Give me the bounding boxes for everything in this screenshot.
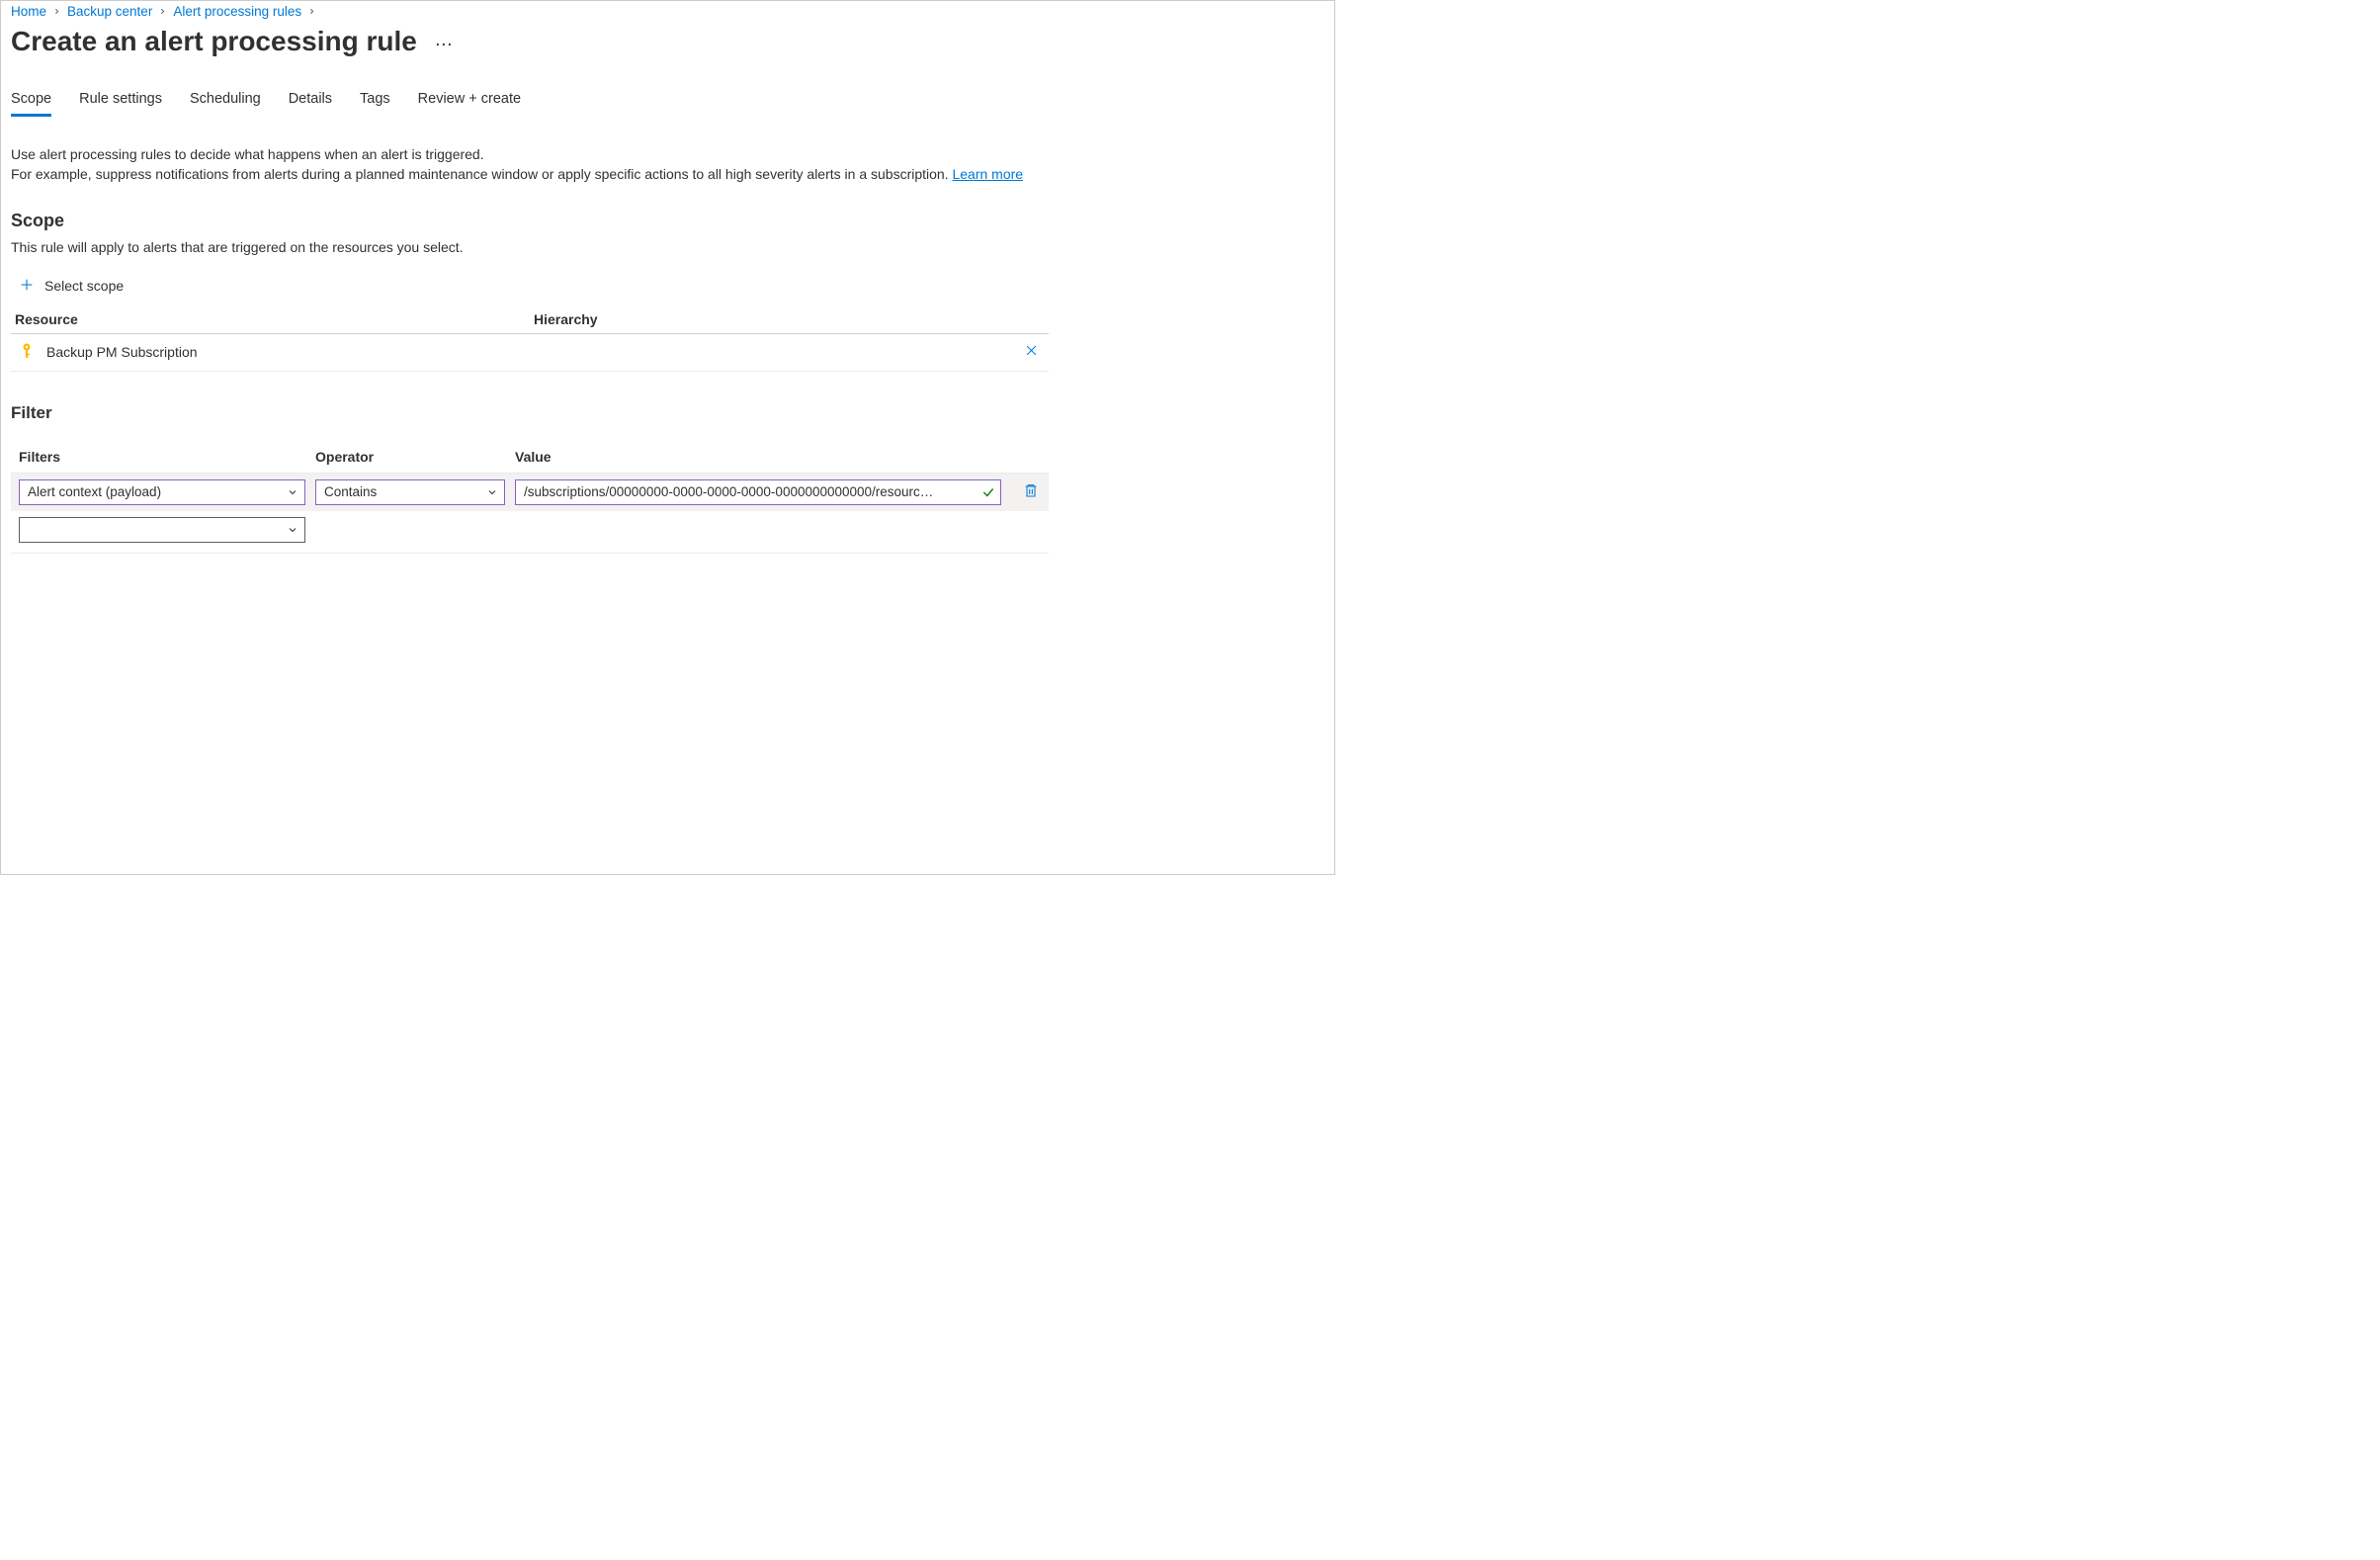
chevron-down-icon (486, 486, 498, 498)
scope-col-hierarchy: Hierarchy (530, 305, 1007, 334)
scope-description: This rule will apply to alerts that are … (11, 239, 1049, 255)
filter-heading: Filter (11, 403, 1049, 423)
filter-field-dropdown-empty[interactable] (19, 517, 305, 543)
close-icon (1024, 343, 1039, 361)
intro-line-1: Use alert processing rules to decide wha… (11, 146, 484, 162)
filter-operator-dropdown[interactable]: Contains (315, 479, 505, 505)
learn-more-link[interactable]: Learn more (952, 166, 1023, 182)
scope-heading: Scope (11, 211, 1049, 231)
filter-header-row: Filters Operator Value (11, 449, 1049, 473)
scope-row: Backup PM Subscription (11, 333, 1049, 371)
filter-col-value: Value (515, 449, 1001, 473)
tab-review-create[interactable]: Review + create (418, 85, 521, 115)
ellipsis-icon: ⋯ (435, 35, 454, 54)
breadcrumb-link-alert-processing-rules[interactable]: Alert processing rules (173, 4, 301, 19)
tab-details[interactable]: Details (289, 85, 332, 115)
intro-text: Use alert processing rules to decide wha… (11, 144, 1049, 185)
intro-line-2: For example, suppress notifications from… (11, 166, 952, 182)
chevron-down-icon (287, 486, 298, 498)
tab-scope[interactable]: Scope (11, 85, 51, 115)
select-scope-button[interactable]: Select scope (11, 273, 128, 305)
filter-field-dropdown[interactable]: Alert context (payload) (19, 479, 305, 505)
filter-col-filters: Filters (19, 449, 305, 473)
chevron-right-icon (158, 7, 167, 16)
plus-icon (19, 277, 35, 296)
more-actions-button[interactable]: ⋯ (435, 25, 454, 55)
subscription-key-icon (19, 341, 35, 364)
chevron-right-icon (307, 7, 316, 16)
breadcrumb-link-backup-center[interactable]: Backup center (67, 4, 152, 19)
remove-scope-button[interactable] (1024, 343, 1039, 361)
filter-row: Alert context (payload) Contains /subscr… (11, 473, 1049, 511)
checkmark-icon (981, 485, 995, 499)
chevron-down-icon (287, 524, 298, 536)
breadcrumb-link-home[interactable]: Home (11, 4, 46, 19)
tab-tags[interactable]: Tags (360, 85, 390, 115)
scope-row-hierarchy (530, 333, 1007, 371)
filter-new-row (11, 511, 1049, 554)
chevron-right-icon (52, 7, 61, 16)
select-scope-label: Select scope (44, 278, 124, 294)
scope-table: Resource Hierarchy (11, 305, 1049, 372)
scope-row-resource: Backup PM Subscription (46, 344, 198, 360)
scope-col-action (1007, 305, 1049, 334)
delete-filter-button[interactable] (1011, 482, 1051, 501)
filter-value-input[interactable]: /subscriptions/00000000-0000-0000-0000-0… (515, 479, 1001, 505)
filter-value-text: /subscriptions/00000000-0000-0000-0000-0… (524, 484, 933, 499)
tab-scheduling[interactable]: Scheduling (190, 85, 261, 115)
page-title: Create an alert processing rule (11, 26, 417, 57)
tabs: Scope Rule settings Scheduling Details T… (11, 85, 1324, 115)
trash-icon (1023, 482, 1039, 501)
scope-col-resource: Resource (11, 305, 530, 334)
tab-rule-settings[interactable]: Rule settings (79, 85, 162, 115)
filter-col-operator: Operator (315, 449, 505, 473)
filter-operator-value: Contains (324, 484, 377, 499)
breadcrumb: Home Backup center Alert processing rule… (11, 3, 1324, 21)
filter-field-value: Alert context (payload) (28, 484, 161, 499)
